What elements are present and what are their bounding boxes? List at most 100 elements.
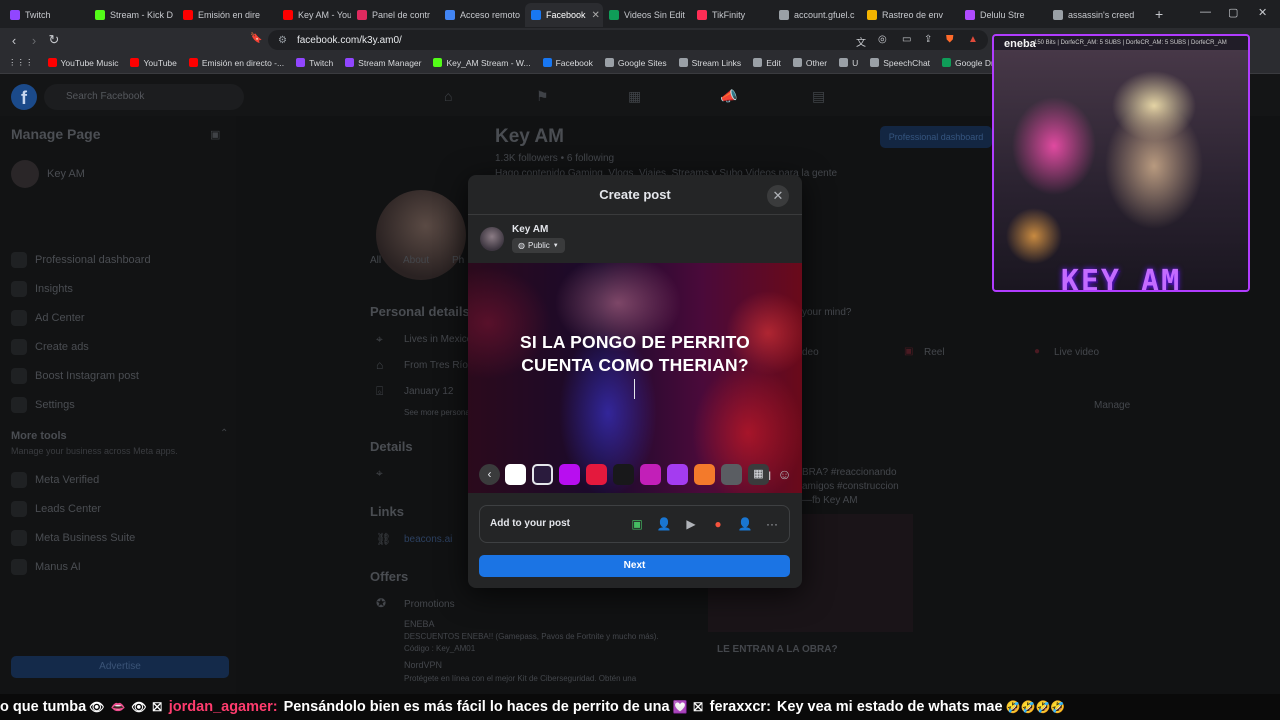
bookmark-icon[interactable]: 🔖	[250, 33, 262, 44]
site-info-icon[interactable]: ⚙	[278, 35, 287, 46]
close-icon[interactable]: ✕	[767, 185, 789, 207]
bookmark-item[interactable]: Google Sites	[604, 58, 667, 68]
browser-tab[interactable]: Facebook ✕	[525, 3, 603, 27]
background-swatch-black[interactable]	[613, 464, 634, 485]
back-icon[interactable]: ‹	[4, 33, 24, 48]
more-tools-heading[interactable]: More tools	[11, 430, 67, 442]
cast-icon[interactable]: ▭	[902, 34, 911, 45]
profile-picture[interactable]	[376, 190, 466, 280]
grid-icon[interactable]: ▦	[748, 464, 769, 485]
bookmark-item[interactable]: Stream Manager	[345, 58, 421, 68]
new-tab-icon[interactable]: +	[1155, 6, 1163, 22]
link-value[interactable]: beacons.ai	[404, 534, 452, 545]
window-close-icon[interactable]: ✕	[1258, 6, 1267, 19]
brave-shield-icon[interactable]: ⛊	[946, 34, 954, 45]
reload-icon[interactable]: ↻	[44, 32, 64, 48]
background-swatch-gray[interactable]	[721, 464, 742, 485]
apps-grid-icon[interactable]: ⋮⋮⋮	[8, 57, 34, 68]
bookmark-item[interactable]: Key_AM Stream - W...	[433, 58, 531, 68]
forward-icon[interactable]: ›	[24, 33, 44, 48]
advertise-button[interactable]: Advertise	[11, 656, 229, 678]
home-icon[interactable]: ⌂	[444, 88, 452, 104]
browser-tab[interactable]: Emisión en dire	[177, 3, 277, 27]
sidebar-item[interactable]: Ad Center	[11, 310, 85, 326]
browser-tab[interactable]: Key AM - YouTu	[277, 3, 351, 27]
sidebar-tool[interactable]: Leads Center	[11, 501, 101, 517]
sidebar-tool[interactable]: Meta Business Suite	[11, 530, 135, 546]
background-swatch-selected-dark[interactable]	[532, 464, 553, 485]
more-icon[interactable]: ···	[763, 515, 781, 533]
professional-dashboard-button[interactable]: Professional dashboard	[880, 126, 992, 148]
sidebar-item[interactable]: Create ads	[11, 339, 89, 355]
bookmark-item[interactable]: YouTube Music	[47, 58, 118, 68]
browser-tab[interactable]: account.gfuel.c	[773, 3, 861, 27]
browser-tab[interactable]: Acceso remoto	[439, 3, 525, 27]
browser-tab[interactable]: Delulu Stre	[959, 3, 1047, 27]
audience-selector[interactable]: ◍ Public ▼	[512, 238, 565, 253]
bookmark-item[interactable]: Stream Links	[678, 58, 741, 68]
store-icon[interactable]: ▤	[812, 88, 825, 105]
bookmark-item[interactable]: Edit	[753, 58, 781, 68]
emoji-icon[interactable]: ☺	[774, 464, 795, 485]
translate-icon[interactable]: 文	[856, 34, 866, 49]
chevron-up-icon[interactable]: ⌃	[220, 428, 228, 439]
bookmark-item[interactable]: Other	[792, 58, 827, 68]
tab-about[interactable]: About	[403, 255, 429, 266]
location-icon[interactable]: ●	[709, 515, 727, 533]
sidebar-page-profile[interactable]: Key AM	[11, 160, 85, 188]
composer-video[interactable]: deo	[802, 347, 819, 358]
bookmark-item[interactable]: Facebook	[542, 58, 593, 68]
chevron-left-icon[interactable]: ‹	[479, 464, 500, 485]
next-button[interactable]: Next	[479, 555, 790, 577]
facebook-search-input[interactable]: Search Facebook	[44, 84, 244, 110]
bookmark-item[interactable]: SpeechChat	[870, 58, 930, 68]
megaphone-icon[interactable]: 📣	[720, 88, 737, 105]
share-icon[interactable]: ⇪	[924, 34, 932, 45]
browser-tab[interactable]: TikFinity	[691, 3, 773, 27]
background-swatch-purple[interactable]	[559, 464, 580, 485]
browser-tab[interactable]: assassin's creed	[1047, 3, 1147, 27]
people-icon[interactable]: 👤	[736, 515, 754, 533]
flag-icon[interactable]: ⚑	[536, 88, 549, 105]
browser-tab[interactable]: Videos Sin Edit	[603, 3, 691, 27]
sidebar-item[interactable]: Boost Instagram post	[11, 368, 139, 384]
composer-prompt[interactable]: your mind?	[802, 307, 851, 318]
see-more-link[interactable]: See more personal	[404, 408, 472, 417]
bookmark-item[interactable]: U	[839, 58, 858, 68]
bookmark-item[interactable]: YouTube	[130, 58, 177, 68]
collapse-sidebar-icon[interactable]: ▣	[210, 128, 220, 141]
background-swatch-violet[interactable]	[667, 464, 688, 485]
add-to-post-panel[interactable]: Add to your post ▣ 👤 ▶ ● 👤 ···	[479, 505, 790, 543]
browser-tab[interactable]: Rastreo de env	[861, 3, 959, 27]
sidebar-tool[interactable]: Meta Verified	[11, 472, 99, 488]
background-swatch-orange-gradient[interactable]	[694, 464, 715, 485]
alert-icon[interactable]: ▲	[968, 34, 978, 45]
sidebar-item[interactable]: Professional dashboard	[11, 252, 151, 268]
sidebar-item[interactable]: Settings	[11, 397, 75, 413]
bookmark-item[interactable]: Emisión en directo -...	[188, 58, 284, 68]
background-swatch-white[interactable]	[505, 464, 526, 485]
video-icon[interactable]: ▶	[682, 515, 700, 533]
photo-icon[interactable]: ▣	[628, 515, 646, 533]
sidebar-tool[interactable]: Manus AI	[11, 559, 81, 575]
tag-people-icon[interactable]: 👤	[655, 515, 673, 533]
composer-live-video[interactable]: Live video	[1054, 347, 1099, 358]
browser-tab[interactable]: Stream - Kick D	[89, 3, 177, 27]
browser-tab[interactable]: Twitch	[4, 3, 89, 27]
dashboard-icon[interactable]: ▦	[628, 88, 641, 105]
background-swatch-red[interactable]	[586, 464, 607, 485]
post-text-background[interactable]: SI LA PONGO DE PERRITO CUENTA COMO THERI…	[468, 263, 802, 493]
facebook-logo-icon[interactable]: f	[11, 84, 37, 110]
background-swatch-magenta-gradient[interactable]	[640, 464, 661, 485]
extension-icon[interactable]: ◎	[878, 34, 887, 45]
sidebar-item[interactable]: Insights	[11, 281, 73, 297]
manage-posts-button[interactable]: Manage	[1094, 400, 1130, 411]
tab-close-icon[interactable]: ✕	[592, 10, 600, 21]
tab-all[interactable]: All	[370, 255, 381, 266]
minimize-icon[interactable]: —	[1200, 6, 1211, 18]
post-text-editor[interactable]: SI LA PONGO DE PERRITO CUENTA COMO THERI…	[488, 331, 782, 377]
maximize-icon[interactable]: ▢	[1228, 6, 1238, 19]
tab-photos[interactable]: Ph	[452, 255, 464, 266]
bookmark-item[interactable]: Twitch	[296, 58, 333, 68]
composer-reel[interactable]: Reel	[924, 347, 945, 358]
